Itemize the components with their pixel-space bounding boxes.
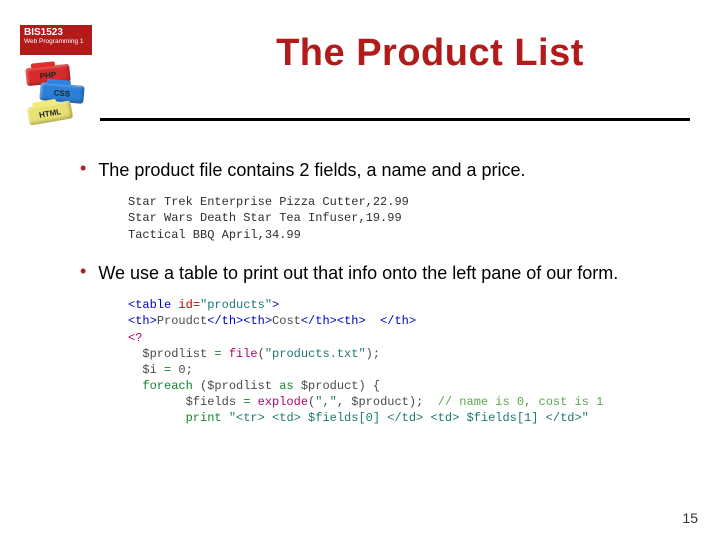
- c2-l1c: "products": [200, 298, 272, 312]
- c2-l2d: Cost: [272, 314, 301, 328]
- c2-l2e: </th><th> </th>: [301, 314, 416, 328]
- c2-l1a: <table: [128, 298, 178, 312]
- c2-l7b: =: [243, 395, 257, 409]
- bullet-2-text: We use a table to print out that info on…: [98, 261, 618, 285]
- code1-l2: Star Wars Death Star Tea Infuser,19.99: [128, 211, 402, 225]
- bullet-1-text: The product file contains 2 fields, a na…: [98, 158, 525, 182]
- c2-l4a: $prodlist: [128, 347, 214, 361]
- c2-l4c: file: [229, 347, 258, 361]
- course-badge: BIS1523 Web Programming 1: [20, 25, 92, 55]
- c2-l4f: );: [366, 347, 380, 361]
- c2-l2a: <th>: [128, 314, 157, 328]
- c2-l5d: ;: [186, 363, 193, 377]
- c2-l5a: $i: [128, 363, 164, 377]
- bullet-dot-icon: •: [80, 158, 86, 180]
- c2-l5c: 0: [178, 363, 185, 377]
- course-code: BIS1523: [24, 27, 88, 38]
- c2-l6c: as: [279, 379, 301, 393]
- bullet-1: • The product file contains 2 fields, a …: [80, 158, 680, 182]
- code1-l3: Tactical BBQ April,34.99: [128, 228, 301, 242]
- c2-l7f: , $product);: [337, 395, 438, 409]
- bullet-dot-icon: •: [80, 261, 86, 283]
- c2-l6d: $product) {: [301, 379, 380, 393]
- c2-l8b: "<tr> <td> $fields[0] </td> <td> $fields…: [229, 411, 589, 425]
- c2-l1b: id=: [178, 298, 200, 312]
- page-number: 15: [682, 510, 698, 526]
- c2-l5b: =: [164, 363, 178, 377]
- lego-graphic: PHP CSS HTML: [20, 60, 90, 135]
- c2-l1d: >: [272, 298, 279, 312]
- c2-l7c: explode: [258, 395, 308, 409]
- code-block-products: Star Trek Enterprise Pizza Cutter,22.99 …: [128, 194, 680, 243]
- bullet-2: • We use a table to print out that info …: [80, 261, 680, 285]
- c2-l2b: Proudct: [157, 314, 207, 328]
- c2-l8a: print: [128, 411, 229, 425]
- c2-l4e: "products.txt": [265, 347, 366, 361]
- horizontal-rule: [100, 118, 690, 121]
- c2-l7g: // name is 0, cost is 1: [438, 395, 604, 409]
- c2-l2c: </th><th>: [207, 314, 272, 328]
- c2-l6b: ($prodlist: [200, 379, 279, 393]
- course-subtitle: Web Programming 1: [24, 38, 88, 45]
- c2-l7e: ",": [315, 395, 337, 409]
- c2-l6a: foreach: [128, 379, 200, 393]
- code-block-php: <table id="products"> <th>Proudct</th><t…: [128, 297, 680, 427]
- c2-l7a: $fields: [128, 395, 243, 409]
- c2-l4b: =: [214, 347, 228, 361]
- c2-l4d: (: [258, 347, 265, 361]
- brick-html-icon: HTML: [27, 100, 73, 125]
- c2-l3: <?: [128, 331, 142, 345]
- code1-l1: Star Trek Enterprise Pizza Cutter,22.99: [128, 195, 409, 209]
- slide-title: The Product List: [180, 32, 680, 75]
- content-area: • The product file contains 2 fields, a …: [80, 158, 680, 445]
